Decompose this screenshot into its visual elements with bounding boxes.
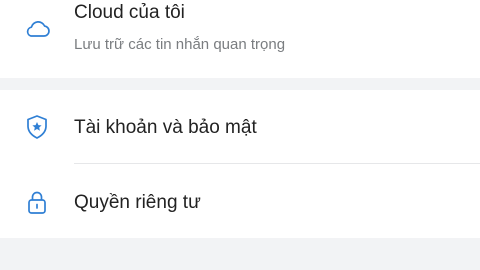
cloud-icon [22, 14, 52, 44]
settings-item-cloud[interactable]: Cloud của tôi Lưu trữ các tin nhắn quan … [0, 0, 480, 78]
settings-item-title: Quyền riêng tư [74, 192, 201, 213]
settings-item-account-security[interactable]: Tài khoản và bảo mật [0, 90, 480, 164]
settings-item-privacy[interactable]: Quyền riêng tư [0, 164, 480, 238]
lock-icon [22, 187, 52, 217]
section-separator [0, 238, 480, 270]
settings-item-title: Tài khoản và bảo mật [74, 117, 257, 138]
section-separator [0, 78, 480, 90]
settings-item-subtitle: Lưu trữ các tin nhắn quan trọng [74, 36, 286, 53]
settings-screen: Cloud của tôi Lưu trữ các tin nhắn quan … [0, 0, 480, 270]
shield-star-icon [22, 112, 52, 142]
settings-item-title: Cloud của tôi [74, 2, 185, 23]
